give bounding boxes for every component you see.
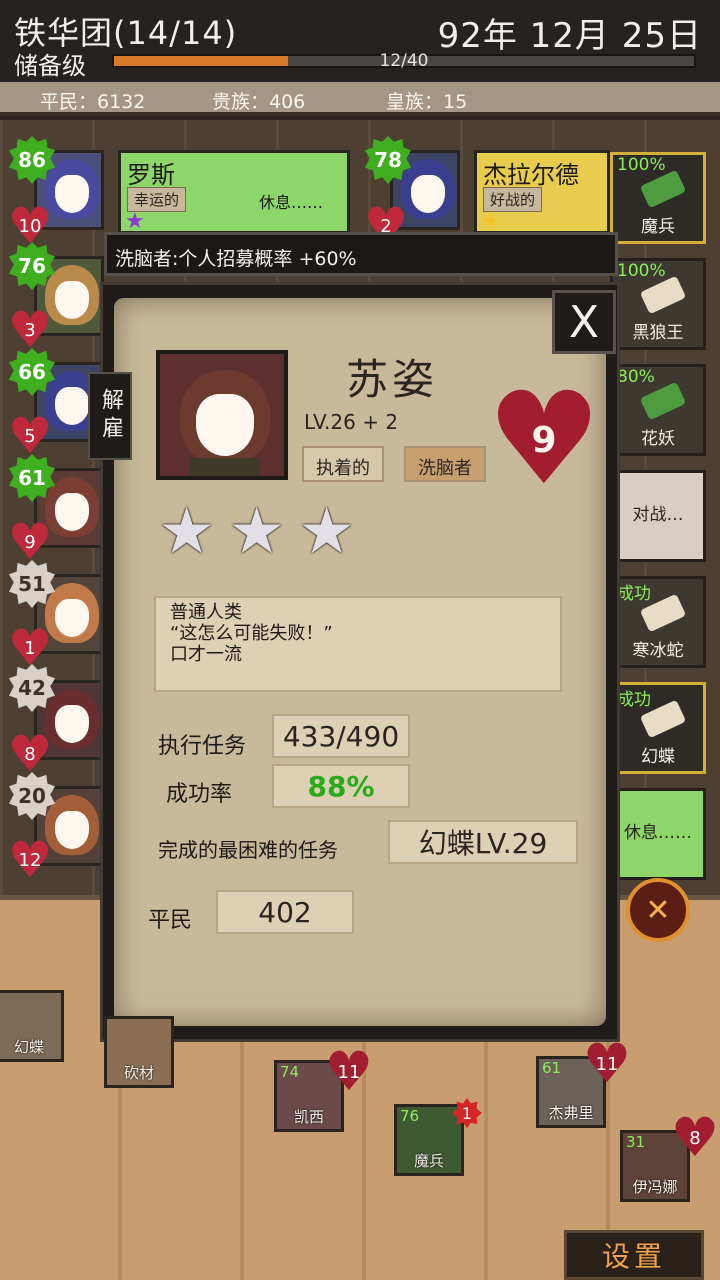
class-label: 平民 bbox=[148, 908, 193, 933]
hero-star-rating: ★ ★ ★ bbox=[158, 500, 362, 564]
guild-xp-text: 12/40 bbox=[379, 51, 429, 71]
hero-heart-icon: 9 bbox=[487, 394, 602, 486]
bio-line: 口才一流 bbox=[170, 644, 242, 665]
member-heart-icon: 8 bbox=[8, 736, 53, 772]
heart-icon: 8 bbox=[671, 1118, 719, 1158]
member-card[interactable]: 杰拉尔德 好战的 ★ bbox=[474, 150, 610, 234]
member-heart-icon: 10 bbox=[8, 208, 53, 244]
commoner-count: 平民：6132 bbox=[40, 91, 146, 113]
scroll-icon bbox=[639, 275, 687, 315]
mission-card[interactable]: 对战… bbox=[610, 470, 706, 562]
bio-line: 普通人类 bbox=[170, 602, 242, 623]
member-level-badge: 86 bbox=[8, 136, 56, 184]
settings-button[interactable]: 设置 bbox=[564, 1230, 704, 1280]
star-icon: ★ bbox=[298, 495, 356, 569]
missions-label: 执行任务 bbox=[158, 734, 247, 759]
heart-icon: 11 bbox=[583, 1044, 631, 1084]
member-status: 休息…… bbox=[259, 193, 324, 212]
member-heart-icon: 5 bbox=[8, 418, 53, 454]
mission-card[interactable]: 80% 花妖 bbox=[610, 364, 706, 456]
cash-icon bbox=[639, 169, 687, 209]
mission-card[interactable]: 100% 魔兵 bbox=[610, 152, 706, 244]
royal-count: 皇族：15 bbox=[386, 91, 468, 113]
member-name: 罗斯 bbox=[127, 161, 175, 189]
member-level-badge: 76 bbox=[8, 242, 56, 290]
member-level-badge: 42 bbox=[8, 664, 56, 712]
success-rate-value: 88% bbox=[272, 764, 410, 808]
member-level-badge: 78 bbox=[364, 136, 412, 184]
guild-rank: 储备级 bbox=[14, 52, 86, 80]
hero-level: LV.26 + 2 bbox=[304, 410, 399, 434]
hero-bio: 普通人类 “这怎么可能失败！” 口才一流 bbox=[154, 596, 562, 692]
hero-portrait bbox=[156, 350, 288, 480]
gold-star-icon: ★ bbox=[481, 209, 501, 234]
member-card[interactable]: 罗斯 幸运的 休息…… ★ bbox=[118, 150, 350, 234]
member-level-badge: 61 bbox=[8, 454, 56, 502]
hero-trait-tag[interactable]: 洗脑者 bbox=[404, 446, 486, 482]
heart-icon: 11 bbox=[325, 1052, 373, 1092]
dismiss-button[interactable]: 解雇 bbox=[88, 372, 132, 460]
game-date: 92年 12月 25日 bbox=[437, 16, 702, 56]
floor-mission-chip[interactable]: 幻蝶 bbox=[0, 990, 64, 1062]
member-heart-icon: 3 bbox=[8, 312, 53, 348]
star-icon: ★ bbox=[158, 495, 216, 569]
member-heart-icon: 12 bbox=[8, 842, 53, 878]
member-level-badge: 51 bbox=[8, 560, 56, 608]
hardest-mission-label: 完成的最困难的任务 bbox=[158, 838, 338, 862]
class-value: 402 bbox=[216, 890, 354, 934]
hero-name: 苏姿 bbox=[346, 355, 439, 404]
mission-card[interactable]: 100% 黑狼王 bbox=[610, 258, 706, 350]
success-rate-label: 成功率 bbox=[166, 782, 233, 807]
member-heart-icon: 1 bbox=[8, 630, 53, 666]
guild-xp-bar: 12/40 bbox=[112, 51, 696, 71]
member-level-badge: 66 bbox=[8, 348, 56, 396]
cash-icon bbox=[639, 381, 687, 421]
missions-value: 433/490 bbox=[272, 714, 410, 758]
star-icon: ★ bbox=[228, 495, 286, 569]
floor-mission-chip[interactable]: 砍材 bbox=[104, 1016, 174, 1088]
mission-card[interactable]: 成功 幻蝶 bbox=[610, 682, 706, 774]
bio-line: “这怎么可能失败！” bbox=[170, 623, 333, 644]
guild-emblem-button[interactable]: ✕ bbox=[626, 878, 690, 942]
population-bar: 平民：6132 贵族：406 皇族：15 bbox=[0, 82, 720, 116]
floor-mission-chip[interactable]: 76 魔兵 bbox=[394, 1104, 464, 1176]
noble-count: 贵族：406 bbox=[212, 91, 306, 113]
hardest-mission-value: 幻蝶LV.29 bbox=[388, 820, 578, 864]
member-level-badge: 20 bbox=[8, 772, 56, 820]
close-button[interactable]: X bbox=[552, 290, 616, 354]
member-name: 杰拉尔德 bbox=[483, 161, 579, 189]
hero-trait-tag[interactable]: 执着的 bbox=[302, 446, 384, 482]
purple-star-icon: ★ bbox=[125, 209, 145, 234]
buff-tooltip: 洗脑者:个人招募概率 +60% bbox=[104, 232, 618, 276]
top-hud: 铁华团(14/14) 储备级 92年 12月 25日 12/40 bbox=[0, 0, 720, 82]
member-heart-icon: 9 bbox=[8, 524, 53, 560]
mission-card[interactable]: 成功 寒冰蛇 bbox=[610, 576, 706, 668]
buff-tooltip-text: 洗脑者:个人招募概率 +60% bbox=[115, 248, 357, 270]
mission-card[interactable]: 休息…… bbox=[610, 788, 706, 880]
